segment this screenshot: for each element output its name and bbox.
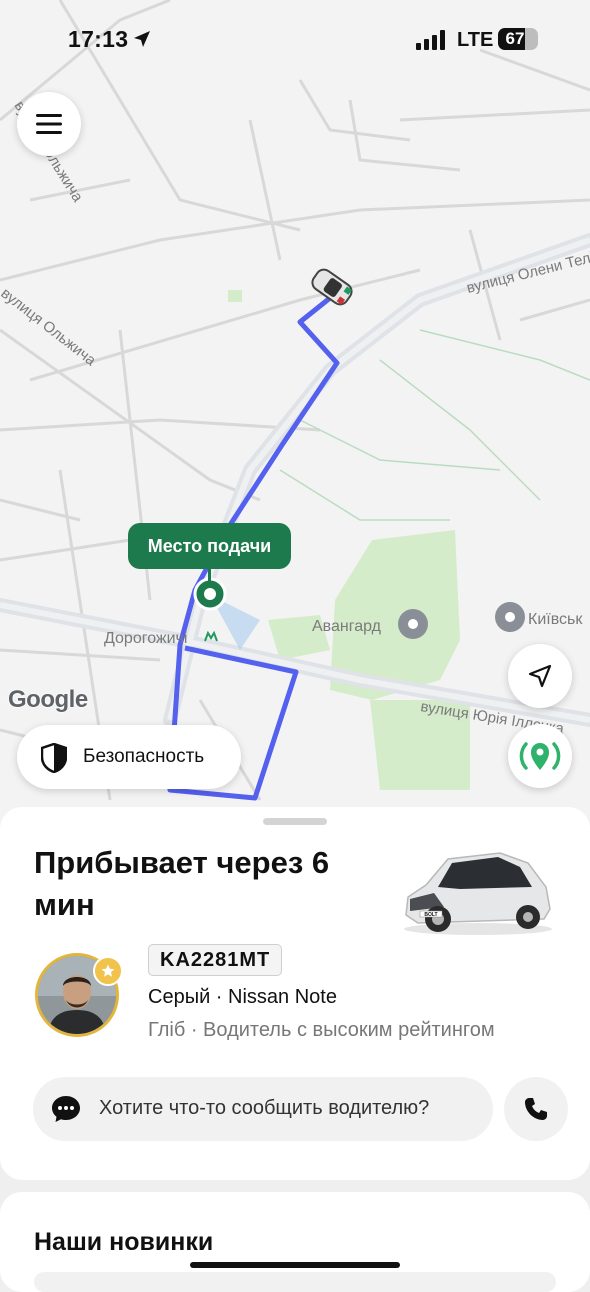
status-bar: 17:13 LTE 67 [0,0,590,80]
license-plate: KA2281MT [148,944,283,976]
car-plate-badge: BOLT [424,912,437,918]
trip-bottom-sheet[interactable]: Прибывает через 6 мин BOLT KA2281MT Серы… [0,807,590,1180]
map-canvas: вулиця Ольжича вулиця Ольжича вулиця Оле… [0,0,590,801]
recenter-button[interactable] [508,644,572,708]
home-indicator[interactable] [190,1262,400,1268]
share-location-button[interactable] [508,724,572,788]
phone-icon [525,1098,547,1120]
menu-icon [36,114,62,134]
kyivsk-pin-icon[interactable] [495,602,525,632]
menu-button[interactable] [17,92,81,156]
message-placeholder: Хотите что-то сообщить водителю? [99,1097,430,1119]
street-label: вулиця Ольжича [0,285,100,370]
cellular-signal-icon [416,30,445,50]
eta-title: Прибывает через 6 мин [34,845,330,922]
driver-info: Гліб · Водитель с высоким рейтингом [148,1019,495,1041]
top-rated-badge [93,956,123,986]
safety-button-label: Безопасность [83,746,205,767]
news-section[interactable]: Наши новинки [0,1192,590,1292]
call-driver-button[interactable] [504,1077,568,1141]
drag-handle[interactable] [263,818,327,825]
battery-percentage: 67 [505,29,525,48]
pickup-marker-dot [204,588,216,600]
car-image: BOLT [404,852,552,935]
network-type: LTE [457,29,494,51]
safety-button[interactable]: Безопасность [17,725,241,789]
news-title: Наши новинки [34,1228,214,1256]
star-icon [101,964,115,977]
park-area [228,290,242,302]
car-description: Серый · Nissan Note [148,986,337,1008]
status-time: 17:13 [68,26,129,52]
message-driver-input[interactable]: Хотите что-то сообщить водителю? [33,1077,493,1141]
place-label: Дорогожичі [104,630,187,647]
shield-icon [41,743,67,773]
location-share-icon [519,742,561,770]
place-label: Київськ [528,611,583,628]
location-arrow-icon [134,31,150,47]
pickup-label[interactable]: Место подачи [128,523,291,569]
park-paths [279,329,590,521]
google-attribution: Google [8,686,88,713]
battery-icon: 67 [498,28,538,50]
chat-bubble-icon [52,1096,80,1122]
place-label: Авангард [312,618,382,635]
news-preview-card[interactable] [34,1272,556,1292]
driver-car-marker [311,268,353,306]
map-view[interactable]: вулиця Ольжича вулиця Ольжича вулиця Оле… [0,0,590,830]
navigation-arrow-icon [528,664,552,688]
avangard-pin-icon[interactable] [398,609,428,639]
pickup-label-stem [208,569,211,583]
